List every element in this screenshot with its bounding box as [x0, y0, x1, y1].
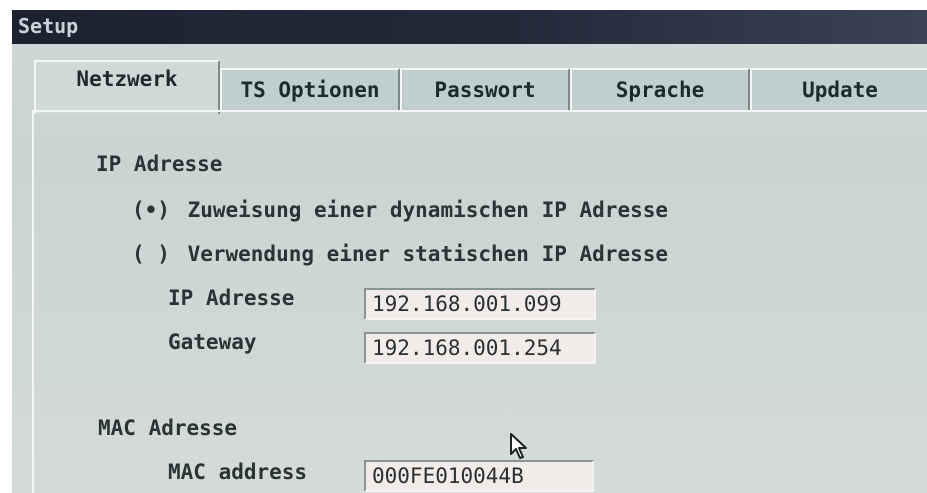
mac-address-label: MAC address [168, 460, 308, 484]
radio-dynamic-ip[interactable]: (•) Zuweisung einer dynamischen IP Adres… [132, 198, 668, 222]
window-title: Setup [18, 14, 79, 38]
radio-static-ip[interactable]: ( ) Verwendung einer statischen IP Adres… [132, 242, 668, 266]
radio-static-label: Verwendung einer statischen IP Adresse [187, 242, 669, 266]
ip-address-label: IP Adresse [168, 286, 295, 310]
title-bar: Setup [12, 10, 927, 44]
ip-address-field[interactable]: 192.168.001.099 [364, 288, 596, 320]
tab-netzwerk[interactable]: Netzwerk [34, 60, 220, 114]
gateway-field[interactable]: 192.168.001.254 [364, 332, 596, 364]
tab-ts-optionen[interactable]: TS Optionen [220, 68, 400, 112]
tab-update[interactable]: Update [750, 68, 927, 112]
tab-sprache[interactable]: Sprache [570, 68, 750, 112]
tab-passwort[interactable]: Passwort [400, 68, 570, 112]
mac-section-heading: MAC Adresse [98, 416, 238, 440]
radio-static-marker[interactable]: ( ) [132, 242, 170, 266]
mac-address-field[interactable]: 000FE010044B [364, 460, 594, 492]
radio-dynamic-label: Zuweisung einer dynamischen IP Adresse [187, 198, 669, 222]
ip-section-heading: IP Adresse [96, 152, 223, 176]
mouse-pointer-icon [510, 433, 527, 459]
radio-dynamic-marker[interactable]: (•) [132, 198, 170, 222]
gateway-label: Gateway [168, 330, 257, 354]
setup-screen: Setup Netzwerk TS Optionen Passwort Spra… [12, 10, 927, 493]
